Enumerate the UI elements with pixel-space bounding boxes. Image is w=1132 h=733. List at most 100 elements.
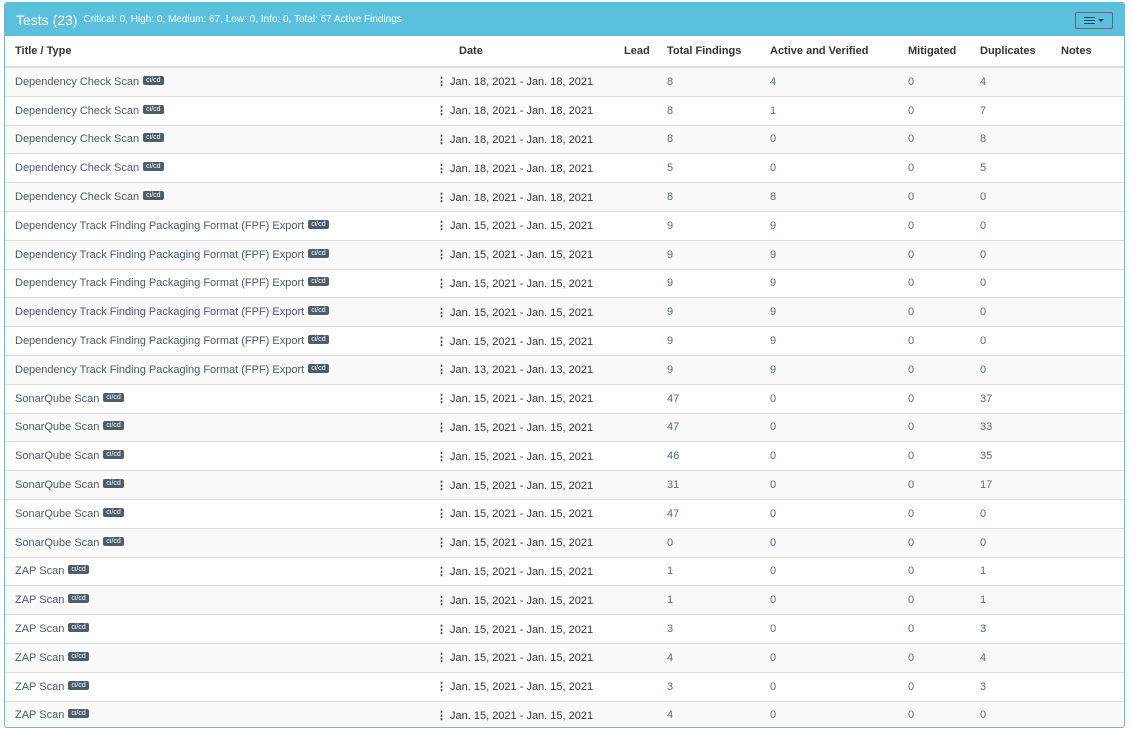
active-verified-link[interactable]: 0	[770, 565, 776, 577]
test-title-link[interactable]: Dependency Track Finding Packaging Forma…	[15, 277, 304, 289]
test-title-link[interactable]: Dependency Check Scan	[15, 105, 139, 117]
active-verified-link[interactable]: 0	[770, 623, 776, 635]
active-verified-link[interactable]: 1	[770, 105, 776, 117]
duplicates-link[interactable]: 37	[980, 393, 992, 405]
duplicates-link[interactable]: 7	[980, 105, 986, 117]
active-verified-link[interactable]: 9	[770, 277, 776, 289]
active-verified-link[interactable]: 0	[770, 393, 776, 405]
total-findings-link[interactable]: 0	[667, 537, 673, 549]
active-verified-link[interactable]: 8	[770, 191, 776, 203]
total-findings-link[interactable]: 4	[667, 709, 673, 721]
duplicates-link[interactable]: 1	[980, 594, 986, 606]
kebab-icon[interactable]: ⋮	[436, 421, 447, 434]
active-verified-link[interactable]: 0	[770, 421, 776, 433]
total-findings-link[interactable]: 3	[667, 681, 673, 693]
mitigated-link[interactable]: 0	[908, 565, 914, 577]
duplicates-link[interactable]: 1	[980, 565, 986, 577]
active-verified-link[interactable]: 9	[770, 249, 776, 261]
kebab-icon[interactable]: ⋮	[436, 162, 447, 175]
mitigated-link[interactable]: 0	[908, 709, 914, 721]
active-verified-link[interactable]: 0	[770, 479, 776, 491]
total-findings-link[interactable]: 46	[667, 450, 679, 462]
mitigated-link[interactable]: 0	[908, 623, 914, 635]
total-findings-link[interactable]: 8	[667, 191, 673, 203]
test-title-link[interactable]: ZAP Scan	[15, 565, 64, 577]
duplicates-link[interactable]: 0	[980, 508, 986, 520]
active-verified-link[interactable]: 9	[770, 306, 776, 318]
test-title-link[interactable]: ZAP Scan	[15, 709, 64, 721]
mitigated-link[interactable]: 0	[908, 421, 914, 433]
column-header-lead[interactable]: Lead	[614, 36, 657, 68]
total-findings-link[interactable]: 9	[667, 306, 673, 318]
active-verified-link[interactable]: 0	[770, 652, 776, 664]
total-findings-link[interactable]: 3	[667, 623, 673, 635]
active-verified-link[interactable]: 9	[770, 364, 776, 376]
kebab-icon[interactable]: ⋮	[436, 191, 447, 204]
active-verified-link[interactable]: 0	[770, 162, 776, 174]
duplicates-link[interactable]: 0	[980, 306, 986, 318]
duplicates-link[interactable]: 0	[980, 191, 986, 203]
active-verified-link[interactable]: 0	[770, 537, 776, 549]
mitigated-link[interactable]: 0	[908, 508, 914, 520]
duplicates-link[interactable]: 3	[980, 623, 986, 635]
kebab-icon[interactable]: ⋮	[436, 623, 447, 636]
mitigated-link[interactable]: 0	[908, 652, 914, 664]
duplicates-link[interactable]: 0	[980, 709, 986, 721]
test-title-link[interactable]: Dependency Check Scan	[15, 162, 139, 174]
test-title-link[interactable]: SonarQube Scan	[15, 508, 99, 520]
duplicates-link[interactable]: 4	[980, 652, 986, 664]
total-findings-link[interactable]: 8	[667, 105, 673, 117]
mitigated-link[interactable]: 0	[908, 133, 914, 145]
column-header-active-verified[interactable]: Active and Verified	[760, 36, 898, 68]
kebab-icon[interactable]: ⋮	[436, 104, 447, 117]
mitigated-link[interactable]: 0	[908, 191, 914, 203]
total-findings-link[interactable]: 9	[667, 335, 673, 347]
duplicates-link[interactable]: 17	[980, 479, 992, 491]
active-verified-link[interactable]: 9	[770, 335, 776, 347]
active-verified-link[interactable]: 9	[770, 220, 776, 232]
duplicates-link[interactable]: 33	[980, 421, 992, 433]
column-header-title[interactable]: Title / Type	[5, 36, 436, 68]
kebab-icon[interactable]: ⋮	[436, 507, 447, 520]
kebab-icon[interactable]: ⋮	[436, 306, 447, 319]
column-header-total-findings[interactable]: Total Findings	[657, 36, 760, 68]
total-findings-link[interactable]: 9	[667, 277, 673, 289]
duplicates-link[interactable]: 8	[980, 133, 986, 145]
test-title-link[interactable]: Dependency Check Scan	[15, 191, 139, 203]
total-findings-link[interactable]: 8	[667, 76, 673, 88]
mitigated-link[interactable]: 0	[908, 450, 914, 462]
duplicates-link[interactable]: 3	[980, 681, 986, 693]
active-verified-link[interactable]: 0	[770, 594, 776, 606]
duplicates-link[interactable]: 0	[980, 364, 986, 376]
test-title-link[interactable]: SonarQube Scan	[15, 393, 99, 405]
total-findings-link[interactable]: 31	[667, 479, 679, 491]
kebab-icon[interactable]: ⋮	[436, 363, 447, 376]
active-verified-link[interactable]: 0	[770, 133, 776, 145]
mitigated-link[interactable]: 0	[908, 162, 914, 174]
kebab-icon[interactable]: ⋮	[436, 248, 447, 261]
mitigated-link[interactable]: 0	[908, 335, 914, 347]
kebab-icon[interactable]: ⋮	[436, 219, 447, 232]
mitigated-link[interactable]: 0	[908, 479, 914, 491]
test-title-link[interactable]: Dependency Check Scan	[15, 76, 139, 88]
total-findings-link[interactable]: 5	[667, 162, 673, 174]
duplicates-link[interactable]: 0	[980, 249, 986, 261]
active-verified-link[interactable]: 0	[770, 450, 776, 462]
active-verified-link[interactable]: 0	[770, 681, 776, 693]
total-findings-link[interactable]: 47	[667, 421, 679, 433]
kebab-icon[interactable]: ⋮	[436, 594, 447, 607]
total-findings-link[interactable]: 9	[667, 249, 673, 261]
mitigated-link[interactable]: 0	[908, 306, 914, 318]
mitigated-link[interactable]: 0	[908, 681, 914, 693]
test-title-link[interactable]: Dependency Check Scan	[15, 133, 139, 145]
total-findings-link[interactable]: 47	[667, 508, 679, 520]
total-findings-link[interactable]: 1	[667, 594, 673, 606]
total-findings-link[interactable]: 4	[667, 652, 673, 664]
mitigated-link[interactable]: 0	[908, 277, 914, 289]
mitigated-link[interactable]: 0	[908, 220, 914, 232]
kebab-icon[interactable]: ⋮	[436, 450, 447, 463]
duplicates-link[interactable]: 4	[980, 76, 986, 88]
total-findings-link[interactable]: 9	[667, 220, 673, 232]
test-title-link[interactable]: SonarQube Scan	[15, 479, 99, 491]
test-title-link[interactable]: SonarQube Scan	[15, 421, 99, 433]
